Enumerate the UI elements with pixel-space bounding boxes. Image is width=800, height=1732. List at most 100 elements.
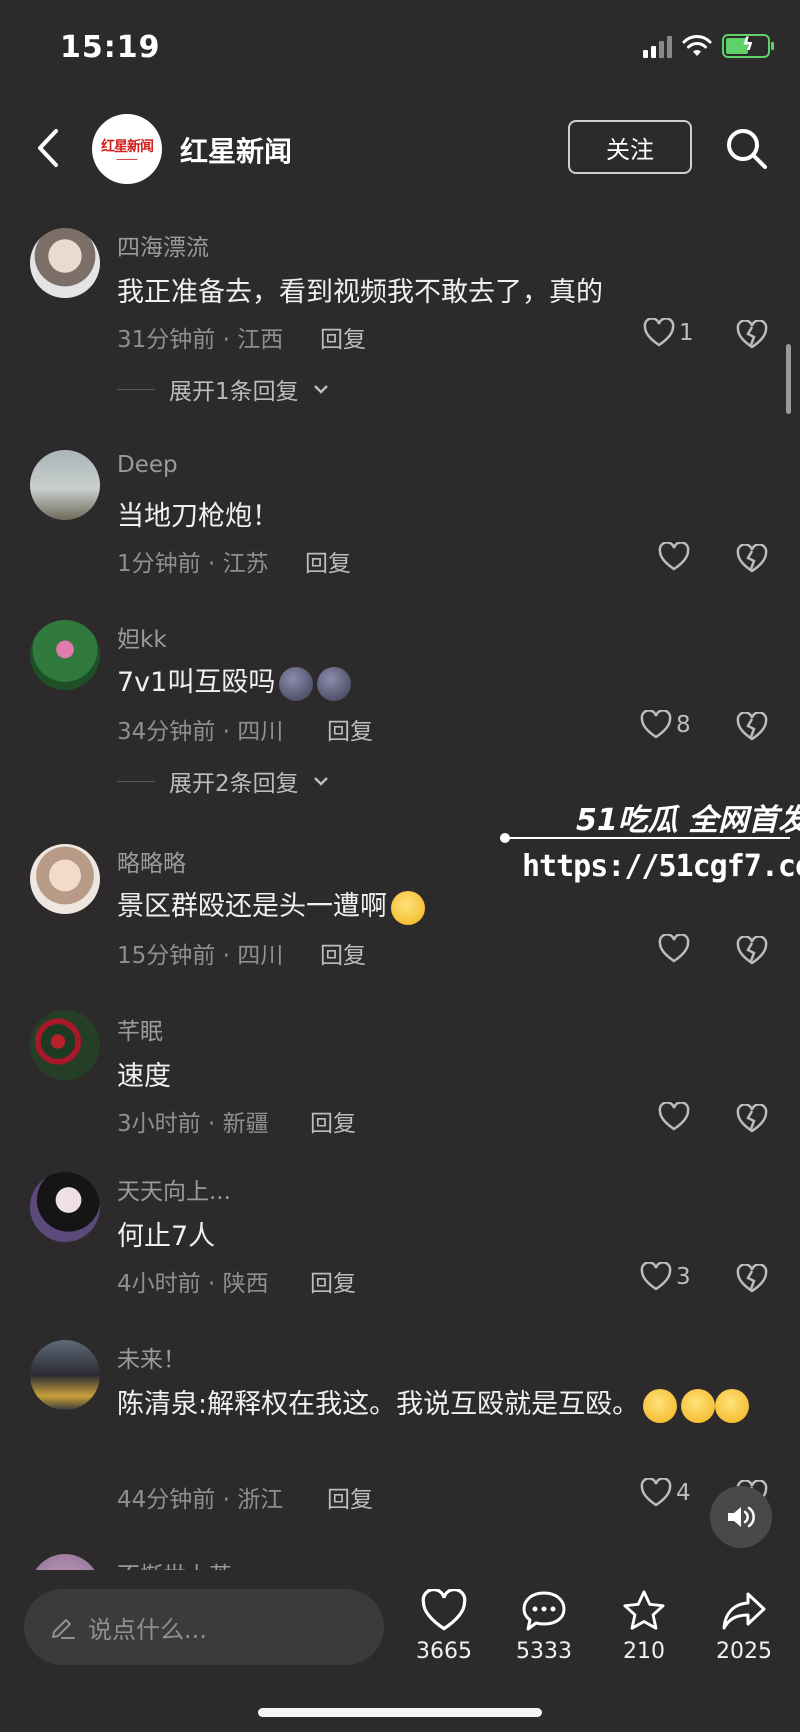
comment-location: 江西: [237, 327, 284, 353]
comment-username[interactable]: 略略略: [117, 844, 186, 878]
expand-replies[interactable]: 展开2条回复: [117, 764, 329, 798]
flushed-emoji-icon: [681, 1388, 716, 1423]
back-button[interactable]: [28, 124, 68, 172]
pencil-icon: [52, 1619, 75, 1639]
comment-meta: 34分钟前 · 四川: [117, 719, 284, 745]
broken-heart-icon[interactable]: [736, 1104, 768, 1134]
share-action-button[interactable]: 2025: [699, 1589, 789, 1664]
chevron-down-icon: [313, 777, 328, 786]
heart-icon: [658, 542, 690, 571]
comment-input[interactable]: 说点什么...: [24, 1589, 384, 1665]
comment-username[interactable]: 未来！: [117, 1340, 186, 1374]
watermark-brand: 51吃瓜 全网首发: [576, 803, 800, 838]
expand-replies-label: 展开1条回复: [169, 379, 299, 405]
search-icon: [727, 129, 767, 169]
comment-location: 江苏: [222, 551, 269, 577]
follow-button[interactable]: 关注: [568, 120, 692, 174]
comment-text: 当地刀枪炮！: [117, 501, 279, 532]
like-button[interactable]: 4: [640, 1478, 691, 1508]
moon-emoji-icon: [317, 666, 352, 701]
comment-location: 四川: [237, 943, 284, 969]
comment-meta: 44分钟前 · 浙江: [117, 1487, 284, 1513]
avatar[interactable]: [30, 1010, 100, 1080]
chevron-down-icon: [313, 385, 328, 394]
broken-heart-icon[interactable]: [736, 712, 768, 742]
channel-name[interactable]: 红星新闻: [180, 130, 292, 170]
like-total: 3665: [416, 1639, 472, 1664]
comment-time: 3小时前: [117, 1111, 201, 1137]
comment-time: 34分钟前: [117, 719, 216, 745]
avatar[interactable]: [30, 1554, 100, 1570]
share-total: 2025: [716, 1639, 772, 1664]
speaker-icon: [728, 1506, 755, 1528]
avatar[interactable]: [30, 1172, 100, 1242]
flushed-emoji-icon: [643, 1388, 678, 1423]
reply-button[interactable]: 回复: [310, 1264, 356, 1298]
heart-icon: [658, 1102, 690, 1131]
like-button[interactable]: 8: [640, 710, 691, 740]
broken-heart-icon[interactable]: [736, 544, 768, 574]
favorite-total: 210: [623, 1639, 665, 1664]
broken-heart-icon[interactable]: [736, 320, 768, 350]
favorite-action-button[interactable]: 210: [599, 1589, 689, 1664]
comment-meta: 31分钟前 · 江西: [117, 327, 284, 353]
comment-action-button[interactable]: 5333: [499, 1589, 589, 1664]
avatar[interactable]: [30, 1340, 100, 1410]
comment-text: 何止7人: [117, 1221, 216, 1252]
comment-meta: 15分钟前 · 四川: [117, 943, 284, 969]
flushed-emoji-icon: [715, 1388, 750, 1423]
comment-username[interactable]: 妲kk: [117, 620, 167, 654]
comment-time: 44分钟前: [117, 1487, 216, 1513]
like-button[interactable]: [658, 542, 690, 572]
comment-text: 7v1叫互殴吗: [117, 660, 352, 701]
channel-avatar[interactable]: 红星新闻 ━━━━━━━: [92, 114, 162, 184]
avatar[interactable]: [30, 450, 100, 520]
comment-time: 1分钟前: [117, 551, 201, 577]
sound-toggle-button[interactable]: [710, 1486, 772, 1548]
comment-time: 15分钟前: [117, 943, 216, 969]
like-button[interactable]: [658, 1102, 690, 1132]
comment-text: 景区群殴还是头一遭啊: [117, 884, 425, 925]
moon-emoji-icon: [279, 666, 314, 701]
chevron-left-icon: [38, 129, 58, 167]
comment-text-body: 陈清泉:解释权在我这。我说互殴就是互殴。: [117, 1389, 640, 1420]
like-button[interactable]: 1: [643, 318, 694, 348]
battery-icon: ϟ: [722, 34, 774, 58]
comment-text-body: 7v1叫互殴吗: [117, 667, 276, 698]
reply-button[interactable]: 回复: [305, 544, 351, 578]
reply-button[interactable]: 回复: [327, 1480, 373, 1514]
heart-icon: [640, 710, 672, 739]
channel-logo-text: 红星新闻: [101, 138, 154, 155]
comment-input-placeholder: 说点什么...: [88, 1615, 207, 1644]
comment-username[interactable]: 四海漂流: [117, 228, 209, 262]
reply-button[interactable]: 回复: [327, 712, 373, 746]
avatar[interactable]: [30, 228, 100, 298]
reply-button[interactable]: 回复: [320, 320, 366, 354]
comment-location: 陕西: [222, 1271, 269, 1297]
reply-button[interactable]: 回复: [310, 1104, 356, 1138]
like-button[interactable]: 3: [640, 1262, 691, 1292]
comment-username[interactable]: Deep: [117, 452, 178, 478]
status-icons: ϟ: [643, 34, 774, 58]
like-count: 4: [676, 1480, 691, 1506]
broken-heart-icon[interactable]: [736, 936, 768, 966]
like-count: 3: [676, 1264, 691, 1290]
home-indicator[interactable]: [258, 1708, 542, 1717]
broken-heart-icon[interactable]: [736, 1264, 768, 1294]
search-button[interactable]: [722, 124, 772, 174]
comment-username[interactable]: 不惭世上英: [117, 1556, 232, 1570]
flushed-emoji-icon: [391, 890, 425, 925]
comment-username[interactable]: 天天向上...: [117, 1172, 231, 1206]
like-button[interactable]: [658, 934, 690, 964]
reply-button[interactable]: 回复: [320, 936, 366, 970]
like-action-button[interactable]: 3665: [399, 1589, 489, 1664]
comment-username[interactable]: 芊眠: [117, 1012, 163, 1046]
watermark-url: https://51cgf7.com: [522, 849, 800, 884]
avatar[interactable]: [30, 620, 100, 690]
avatar[interactable]: [30, 844, 100, 914]
watermark: 51吃瓜 全网首发 https://51cgf7.com: [500, 795, 800, 895]
comment-bubble-icon: [522, 1591, 566, 1631]
comment-time: 4小时前: [117, 1271, 201, 1297]
expand-replies[interactable]: 展开1条回复: [117, 372, 329, 406]
scrollbar[interactable]: [786, 344, 791, 414]
